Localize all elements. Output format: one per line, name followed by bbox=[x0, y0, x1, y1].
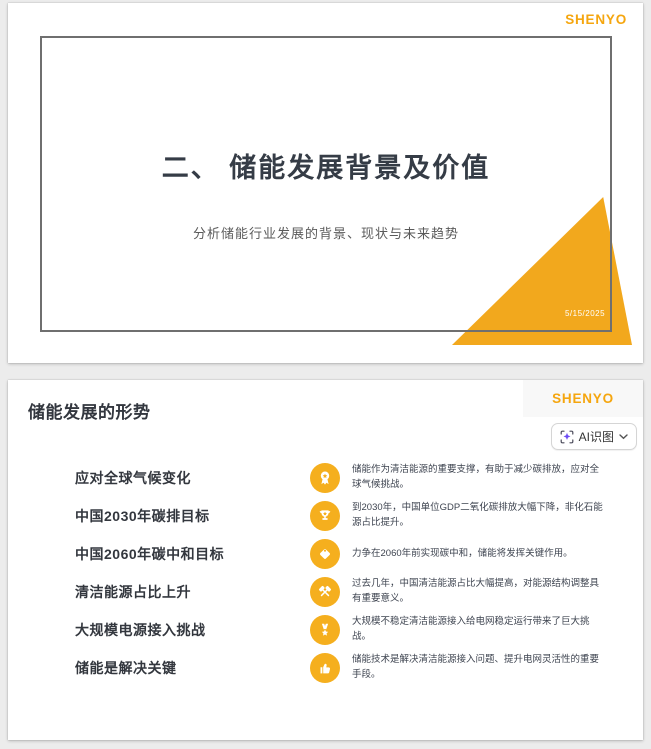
list-item: 应对全球气候变化 储能作为清洁能源的重要支撑，有助于减少碳排放，应对全球气候挑战… bbox=[8, 459, 643, 497]
trophy-icon bbox=[310, 501, 340, 531]
star-badge-icon bbox=[310, 615, 340, 645]
list-item: 中国2030年碳排目标 到2030年，中国单位GDP二氧化碳排放大幅下降，非化石… bbox=[8, 497, 643, 535]
slide-1-section-title[interactable]: SHENYO 二、 储能发展背景及价值 分析储能行业发展的背景、现状与未来趋势 … bbox=[8, 3, 643, 363]
page-title: 储能发展的形势 bbox=[28, 403, 151, 422]
slide-2-content[interactable]: SHENYO 储能发展的形势 AI识图 应对全球气候变化 储能作为清洁能源的重要… bbox=[8, 380, 643, 740]
item-description: 储能技术是解决清洁能源接入问题、提升电网灵活性的重要手段。 bbox=[352, 654, 600, 680]
chevron-down-icon[interactable] bbox=[619, 433, 628, 440]
section-subtitle: 分析储能行业发展的背景、现状与未来趋势 bbox=[192, 226, 459, 241]
thumbs-up-icon bbox=[310, 653, 340, 683]
list-item: 储能是解决关键 储能技术是解决清洁能源接入问题、提升电网灵活性的重要手段。 bbox=[8, 649, 643, 687]
shenyo-logo: SHENYO bbox=[565, 12, 627, 27]
slide-date: 5/15/2025 bbox=[564, 309, 606, 318]
item-description: 大规模不稳定清洁能源接入给电网稳定运行带来了巨大挑战。 bbox=[352, 616, 590, 642]
corner-triangle-decoration bbox=[452, 197, 632, 345]
item-label: 应对全球气候变化 bbox=[75, 470, 191, 486]
shenyo-logo: SHENYO bbox=[552, 391, 614, 406]
crossed-mallets-icon bbox=[310, 577, 340, 607]
item-description: 到2030年，中国单位GDP二氧化碳排放大幅下降，非化石能源占比提升。 bbox=[352, 502, 603, 528]
item-label: 中国2030年碳排目标 bbox=[75, 508, 210, 524]
feature-list: 应对全球气候变化 储能作为清洁能源的重要支撑，有助于减少碳排放，应对全球气候挑战… bbox=[8, 459, 643, 687]
ai-scan-sparkle-icon bbox=[560, 430, 574, 443]
item-description: 力争在2060年前实现碳中和，储能将发挥关键作用。 bbox=[352, 547, 573, 559]
item-label: 储能是解决关键 bbox=[75, 660, 177, 676]
list-item: 大规模电源接入挑战 大规模不稳定清洁能源接入给电网稳定运行带来了巨大挑战。 bbox=[8, 611, 643, 649]
ai-recognize-label: AI识图 bbox=[578, 430, 614, 444]
list-item: 清洁能源占比上升 过去几年，中国清洁能源占比大幅提高，对能源结构调整具有重要意义… bbox=[8, 573, 643, 611]
item-label: 中国2060年碳中和目标 bbox=[75, 546, 225, 562]
item-label: 清洁能源占比上升 bbox=[75, 584, 191, 600]
item-description: 储能作为清洁能源的重要支撑，有助于减少碳排放，应对全球气候挑战。 bbox=[352, 464, 600, 490]
section-title: 二、 储能发展背景及价值 bbox=[161, 153, 491, 183]
ai-recognize-button[interactable]: AI识图 bbox=[550, 423, 637, 450]
list-item: 中国2060年碳中和目标 力争在2060年前实现碳中和，储能将发挥关键作用。 bbox=[8, 535, 643, 573]
medal-icon bbox=[310, 463, 340, 493]
item-description: 过去几年，中国清洁能源占比大幅提高，对能源结构调整具有重要意义。 bbox=[352, 578, 600, 604]
item-label: 大规模电源接入挑战 bbox=[75, 622, 206, 638]
logo-box: SHENYO bbox=[523, 380, 643, 417]
tag-icon bbox=[310, 539, 340, 569]
